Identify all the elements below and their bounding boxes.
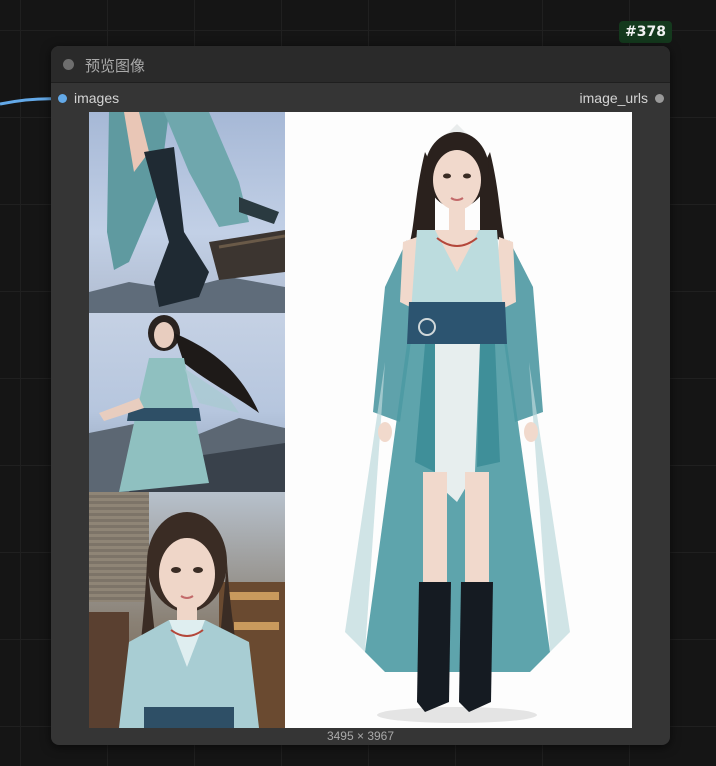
output-slot-dot-icon[interactable] bbox=[655, 94, 664, 103]
figure-full-body bbox=[285, 112, 632, 728]
input-slot-dot-icon[interactable] bbox=[58, 94, 67, 103]
preview-image[interactable] bbox=[89, 112, 632, 728]
output-slot-label: image_urls bbox=[579, 90, 648, 106]
image-dimensions: 3495 × 3967 bbox=[326, 729, 395, 743]
node-id-badge: #378 bbox=[619, 21, 672, 43]
panel-portrait bbox=[89, 492, 285, 728]
node-title: 预览图像 bbox=[85, 58, 146, 75]
panel-boots-sky bbox=[89, 112, 285, 313]
preview-image-node[interactable]: 预览图像 images image_urls 3495 × 3967 bbox=[51, 46, 670, 745]
input-slot-label: images bbox=[74, 90, 120, 106]
collapse-dot-icon[interactable] bbox=[63, 59, 74, 70]
panel-twirl bbox=[89, 313, 285, 492]
node-header[interactable]: 预览图像 bbox=[51, 46, 670, 83]
